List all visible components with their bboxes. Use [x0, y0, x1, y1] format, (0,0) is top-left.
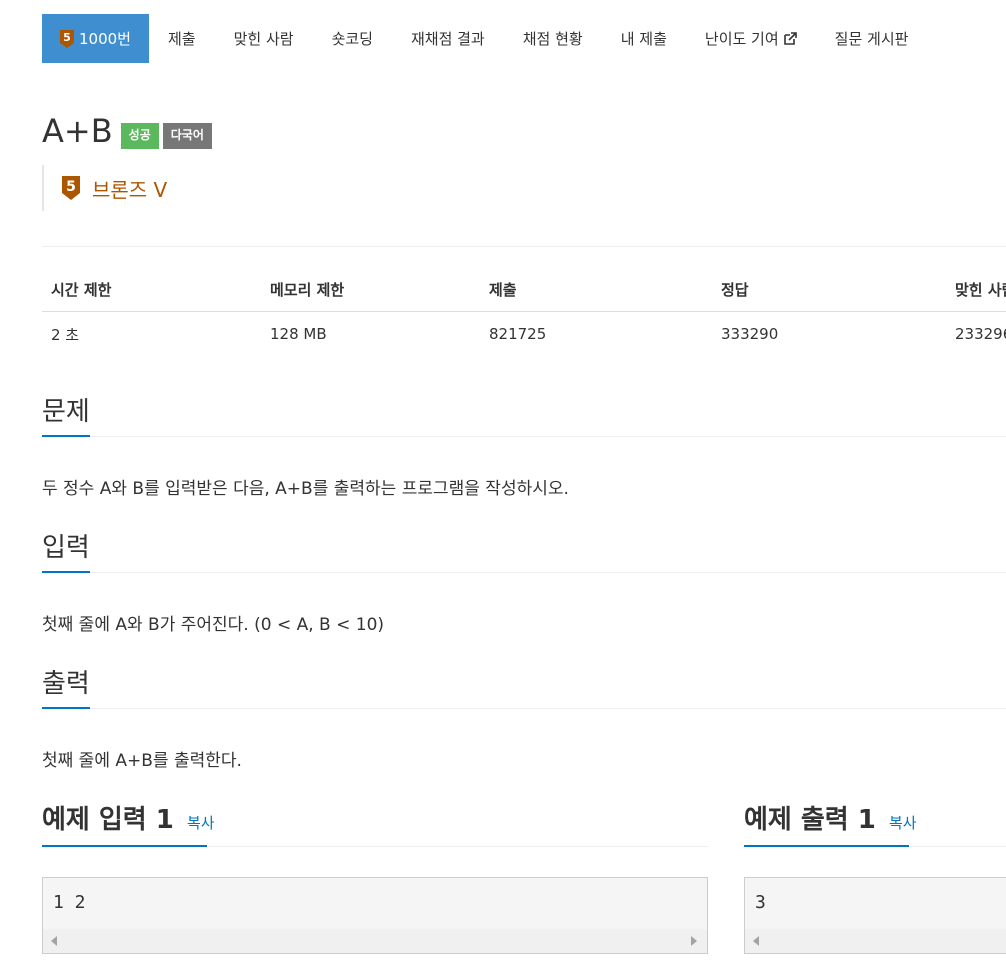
tab-difficulty-vote[interactable]: 난이도 기여 [686, 14, 816, 63]
value-time-limit: 2 초 [51, 325, 80, 344]
section-output: 출력 첫째 줄에 A+B를 출력한다. [42, 667, 1006, 771]
value-solved-users: 233296 [955, 325, 1006, 343]
section-underline [42, 845, 207, 847]
header-submissions: 제출 [489, 281, 517, 299]
value-memory-limit: 128 MB [270, 325, 327, 343]
tab-problem[interactable]: 5 1000번 [42, 14, 149, 63]
section-title: 입력 [42, 533, 90, 563]
value-submissions: 821725 [489, 325, 547, 343]
tab-difficulty-vote-label: 난이도 기여 [704, 30, 779, 48]
tab-rejudge-label: 재채점 결과 [410, 30, 485, 48]
bronze-tier-icon: 5 [62, 176, 80, 200]
section-title: 문제 [42, 397, 90, 427]
header-time-limit: 시간 제한 [51, 281, 112, 299]
problem-info-table: 시간 제한 메모리 제한 제출 정답 맞힌 사람 2 초 128 MB 8217… [42, 268, 1006, 356]
section-title: 출력 [42, 669, 90, 699]
sample-input-content: 1 2 [53, 892, 86, 913]
section-input-head: 입력 [42, 531, 1006, 573]
table-row: 2 초 128 MB 821725 333290 233296 [42, 312, 1006, 356]
sample-output: 예제 출력 1 복사 3 [744, 795, 1006, 954]
sample-input: 예제 입력 1 복사 1 2 [42, 795, 708, 954]
tab-problem-label: 1000번 [79, 30, 131, 48]
tab-submit[interactable]: 제출 [149, 14, 215, 63]
section-description: 문제 두 정수 A와 B를 입력받은 다음, A+B를 출력하는 프로그램을 작… [42, 395, 1006, 499]
tab-solved-users[interactable]: 맞힌 사람 [215, 14, 313, 63]
tab-rejudge[interactable]: 재채점 결과 [392, 14, 504, 63]
section-input: 입력 첫째 줄에 A와 B가 주어진다. (0 < A, B < 10) [42, 531, 1006, 635]
tab-solved-users-label: 맞힌 사람 [233, 30, 294, 48]
success-badge: 성공 [120, 123, 159, 149]
tab-question-board-label: 질문 게시판 [834, 30, 909, 48]
sample-output-box[interactable]: 3 [744, 877, 1006, 954]
problem-title: A+B [42, 112, 113, 150]
output-text: 첫째 줄에 A+B를 출력한다. [42, 751, 242, 771]
tab-short-coding[interactable]: 숏코딩 [313, 14, 392, 63]
tab-my-submissions-label: 내 제출 [620, 30, 667, 48]
tab-submit-label: 제출 [167, 30, 196, 48]
tab-my-submissions[interactable]: 내 제출 [602, 14, 686, 63]
tier-name: 브론즈 V [92, 177, 168, 202]
table-header-row: 시간 제한 메모리 제한 제출 정답 맞힌 사람 [42, 268, 1006, 312]
header-memory-limit: 메모리 제한 [270, 281, 345, 299]
horizontal-scrollbar[interactable] [43, 929, 707, 953]
copy-sample-input-button[interactable]: 복사 [187, 814, 215, 832]
scroll-left-icon[interactable] [51, 936, 57, 946]
bronze-tier-icon: 5 [60, 29, 74, 48]
horizontal-scrollbar[interactable] [745, 929, 1006, 953]
sample-input-head: 예제 입력 1 복사 [42, 795, 708, 847]
sample-output-head: 예제 출력 1 복사 [744, 795, 1006, 847]
problem-tier: 5 브론즈 V [42, 165, 167, 211]
sample-input-box[interactable]: 1 2 [42, 877, 708, 954]
section-underline [42, 435, 90, 437]
sample-input-title: 예제 입력 1 [42, 805, 174, 835]
value-accepted: 333290 [721, 325, 779, 343]
external-link-icon [783, 31, 797, 45]
tab-short-coding-label: 숏코딩 [331, 30, 373, 48]
tab-status-label: 채점 현황 [522, 30, 583, 48]
section-description-head: 문제 [42, 395, 1006, 437]
copy-sample-output-button[interactable]: 복사 [889, 814, 917, 832]
sample-output-content: 3 [755, 892, 766, 913]
problem-title-row: A+B 성공 다국어 [42, 112, 212, 150]
section-output-head: 출력 [42, 667, 1006, 709]
section-underline [42, 571, 90, 573]
description-text: 두 정수 A와 B를 입력받은 다음, A+B를 출력하는 프로그램을 작성하시… [42, 479, 569, 499]
multilang-badge: 다국어 [162, 123, 212, 149]
sample-output-title: 예제 출력 1 [744, 805, 876, 835]
header-accepted: 정답 [721, 281, 749, 299]
tab-question-board[interactable]: 질문 게시판 [816, 14, 928, 63]
section-underline [42, 707, 90, 709]
scroll-right-icon[interactable] [691, 936, 697, 946]
header-solved-users: 맞힌 사람 [955, 281, 1006, 299]
input-text: 첫째 줄에 A와 B가 주어진다. (0 < A, B < 10) [42, 615, 385, 635]
scroll-left-icon[interactable] [753, 936, 759, 946]
divider [42, 246, 1006, 247]
section-underline [744, 845, 909, 847]
problem-menu: 5 1000번 제출 맞힌 사람 숏코딩 재채점 결과 채점 현황 내 제출 난… [42, 14, 927, 63]
tab-status[interactable]: 채점 현황 [504, 14, 602, 63]
